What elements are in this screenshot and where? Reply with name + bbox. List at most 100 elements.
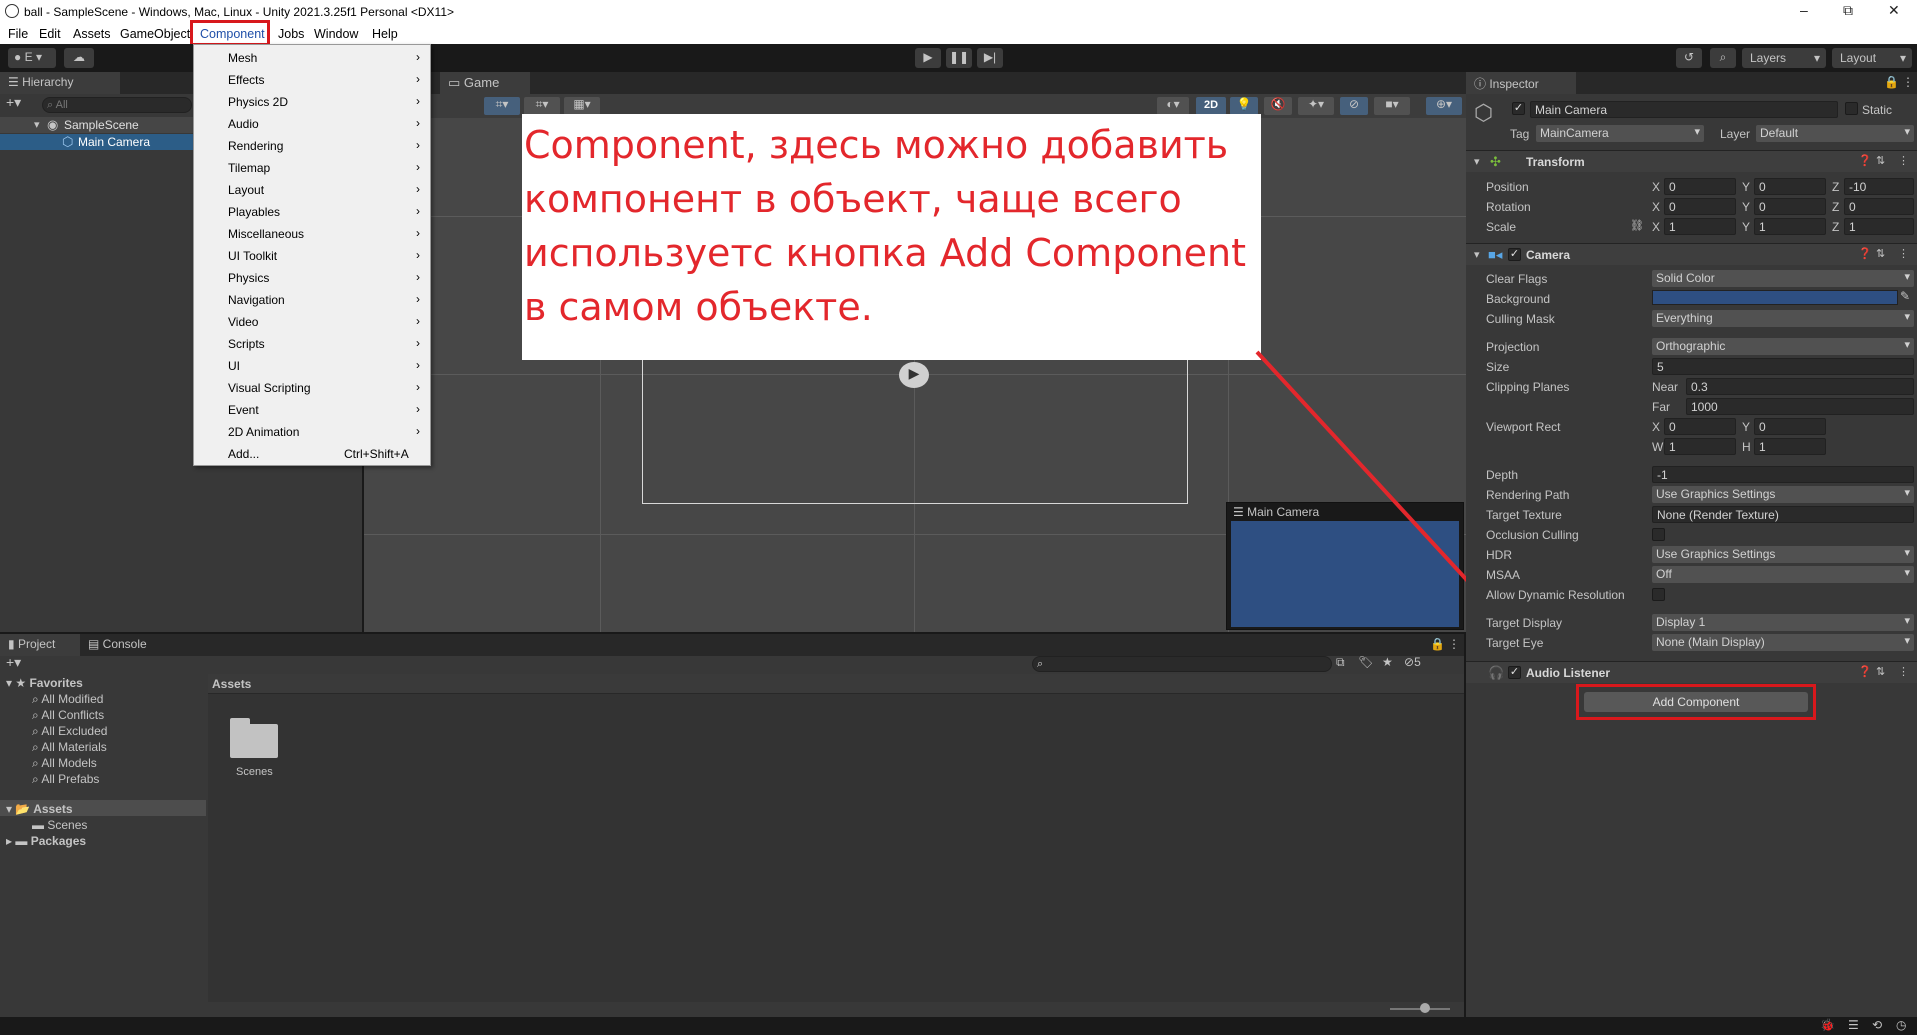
position-z-field[interactable]: -10 xyxy=(1844,178,1914,195)
transform-icon: ✣ xyxy=(1490,154,1501,169)
search-by-type-icon[interactable]: ⧉ xyxy=(1336,655,1345,670)
favorite-label: All Modified xyxy=(41,692,104,706)
lock-icon[interactable]: 🔒 xyxy=(1884,75,1899,89)
position-y-field[interactable]: 0 xyxy=(1754,178,1826,195)
viewport-x-field[interactable]: 0 xyxy=(1664,418,1736,435)
packages-tree-item[interactable]: ▸ ▬ Packages xyxy=(6,834,86,848)
background-color-swatch[interactable] xyxy=(1652,290,1898,305)
target-eye-dropdown[interactable]: None (Main Display) xyxy=(1652,634,1914,651)
clear-flags-dropdown[interactable]: Solid Color xyxy=(1652,270,1914,287)
tag-dropdown[interactable]: MainCamera xyxy=(1536,125,1704,142)
component-menu-icon[interactable]: ⋮ xyxy=(1898,665,1909,678)
tab-inspector[interactable]: ⓘ Inspector xyxy=(1466,72,1576,94)
eyedropper-icon[interactable]: ✎ xyxy=(1900,289,1910,303)
static-checkbox[interactable] xyxy=(1845,102,1858,115)
dynamic-resolution-checkbox[interactable] xyxy=(1652,588,1665,601)
help-icon[interactable]: ❓ xyxy=(1858,154,1872,167)
clipping-planes-label: Clipping Planes xyxy=(1486,380,1570,394)
size-field[interactable]: 5 xyxy=(1652,358,1914,375)
target-display-label: Target Display xyxy=(1486,616,1563,630)
axis-x-label: X xyxy=(1652,220,1661,234)
tab-console[interactable]: ▤ Console xyxy=(80,634,170,656)
hidden-packages-count: 5 xyxy=(1414,655,1421,669)
occlusion-culling-checkbox[interactable] xyxy=(1652,528,1665,541)
axis-z-label: Z xyxy=(1832,180,1840,194)
favorite-item[interactable]: ⌕ All Prefabs xyxy=(32,772,99,787)
camera-header[interactable]: ▾ ■◂ ✓ Camera ❓ ⇅ ⋮ xyxy=(1466,243,1917,265)
search-by-label-icon[interactable]: 🏷 xyxy=(1358,655,1373,669)
constrain-proportions-icon[interactable]: ⛓ xyxy=(1630,219,1644,232)
project-add-icon[interactable]: +▾ xyxy=(6,654,21,671)
zoom-slider-handle[interactable] xyxy=(1420,1003,1430,1013)
component-menu-icon[interactable]: ⋮ xyxy=(1898,247,1909,260)
transform-header[interactable]: ▾ ✣ Transform ❓ ⇅ ⋮ xyxy=(1466,150,1917,172)
culling-mask-label: Culling Mask xyxy=(1486,312,1555,326)
msaa-dropdown[interactable]: Off xyxy=(1652,566,1914,583)
clear-flags-label: Clear Flags xyxy=(1486,272,1548,286)
object-name-field[interactable]: Main Camera xyxy=(1530,101,1838,118)
fold-arrow-icon[interactable]: ▾ xyxy=(1474,248,1480,261)
hidden-packages-icon[interactable]: ⊘5 xyxy=(1404,655,1421,669)
more-menu-icon[interactable]: ⋮ xyxy=(1902,75,1914,89)
favorite-item[interactable]: ⌕ All Modified xyxy=(32,692,103,707)
target-texture-field[interactable]: None (Render Texture) xyxy=(1652,506,1914,523)
viewport-w-field[interactable]: 1 xyxy=(1664,438,1736,455)
component-menu-icon[interactable]: ⋮ xyxy=(1898,154,1909,167)
audio-listener-header[interactable]: 🎧 ✓ Audio Listener ❓ ⇅ ⋮ xyxy=(1466,661,1917,683)
help-icon[interactable]: ❓ xyxy=(1858,665,1872,678)
presets-icon[interactable]: ⇅ xyxy=(1876,665,1885,678)
folder-label[interactable]: Scenes xyxy=(236,766,273,778)
console-tab-label: Console xyxy=(102,637,147,651)
breadcrumb-assets[interactable]: Assets xyxy=(212,677,251,691)
far-field[interactable]: 1000 xyxy=(1686,398,1914,415)
culling-mask-dropdown[interactable]: Everything xyxy=(1652,310,1914,327)
target-display-dropdown[interactable]: Display 1 xyxy=(1652,614,1914,631)
cache-server-icon[interactable]: ☰ xyxy=(1848,1018,1859,1032)
save-search-icon[interactable]: ★ xyxy=(1382,655,1393,669)
more-menu-icon[interactable]: ⋮ xyxy=(1448,637,1460,651)
viewport-h-field[interactable]: 1 xyxy=(1754,438,1826,455)
projection-label: Projection xyxy=(1486,340,1540,354)
scale-x-field[interactable]: 1 xyxy=(1664,218,1736,235)
scenes-tree-item[interactable]: ▬ Scenes xyxy=(32,818,87,832)
assets-tree-label[interactable]: ▾ 📂 Assets xyxy=(6,802,73,816)
depth-field[interactable]: -1 xyxy=(1652,466,1914,483)
projection-dropdown[interactable]: Orthographic xyxy=(1652,338,1914,355)
active-checkbox[interactable]: ✓ xyxy=(1512,102,1525,115)
rendering-path-dropdown[interactable]: Use Graphics Settings xyxy=(1652,486,1914,503)
favorite-label: All Conflicts xyxy=(41,708,105,722)
camera-title: Camera xyxy=(1526,248,1571,262)
viewport-y-field[interactable]: 0 xyxy=(1754,418,1826,435)
favorites-header[interactable]: ▾ ★ Favorites xyxy=(6,676,83,690)
tab-project[interactable]: ▮ Project xyxy=(0,634,80,656)
scale-z-field[interactable]: 1 xyxy=(1844,218,1914,235)
presets-icon[interactable]: ⇅ xyxy=(1876,247,1885,260)
rotation-z-field[interactable]: 0 xyxy=(1844,198,1914,215)
near-field[interactable]: 0.3 xyxy=(1686,378,1914,395)
lock-icon[interactable]: 🔒 xyxy=(1430,637,1445,651)
audio-listener-checkbox[interactable]: ✓ xyxy=(1508,666,1521,679)
debug-mode-icon[interactable]: 🐞 xyxy=(1820,1018,1835,1032)
project-search-input[interactable]: ⌕ xyxy=(1032,656,1332,672)
camera-enabled-checkbox[interactable]: ✓ xyxy=(1508,248,1521,261)
add-component-button[interactable]: Add Component xyxy=(1584,692,1808,712)
favorite-item[interactable]: ⌕ All Materials xyxy=(32,740,107,755)
folder-icon[interactable] xyxy=(228,718,280,760)
layer-dropdown[interactable]: Default xyxy=(1756,125,1914,142)
auto-refresh-icon[interactable]: ◷ xyxy=(1896,1018,1906,1032)
favorite-label: All Materials xyxy=(41,740,107,754)
scale-y-field[interactable]: 1 xyxy=(1754,218,1826,235)
favorite-item[interactable]: ⌕ All Conflicts xyxy=(32,708,104,723)
presets-icon[interactable]: ⇅ xyxy=(1876,154,1885,167)
rotation-y-field[interactable]: 0 xyxy=(1754,198,1826,215)
position-x-field[interactable]: 0 xyxy=(1664,178,1736,195)
hdr-dropdown[interactable]: Use Graphics Settings xyxy=(1652,546,1914,563)
help-icon[interactable]: ❓ xyxy=(1858,247,1872,260)
rotation-x-field[interactable]: 0 xyxy=(1664,198,1736,215)
fold-arrow-icon[interactable]: ▾ xyxy=(1474,155,1480,168)
favorite-item[interactable]: ⌕ All Models xyxy=(32,756,97,771)
axis-h-label: H xyxy=(1742,440,1751,454)
favorite-item[interactable]: ⌕ All Excluded xyxy=(32,724,107,739)
progress-icon[interactable]: ⟲ xyxy=(1872,1018,1882,1032)
favorites-label: Favorites xyxy=(29,676,83,690)
